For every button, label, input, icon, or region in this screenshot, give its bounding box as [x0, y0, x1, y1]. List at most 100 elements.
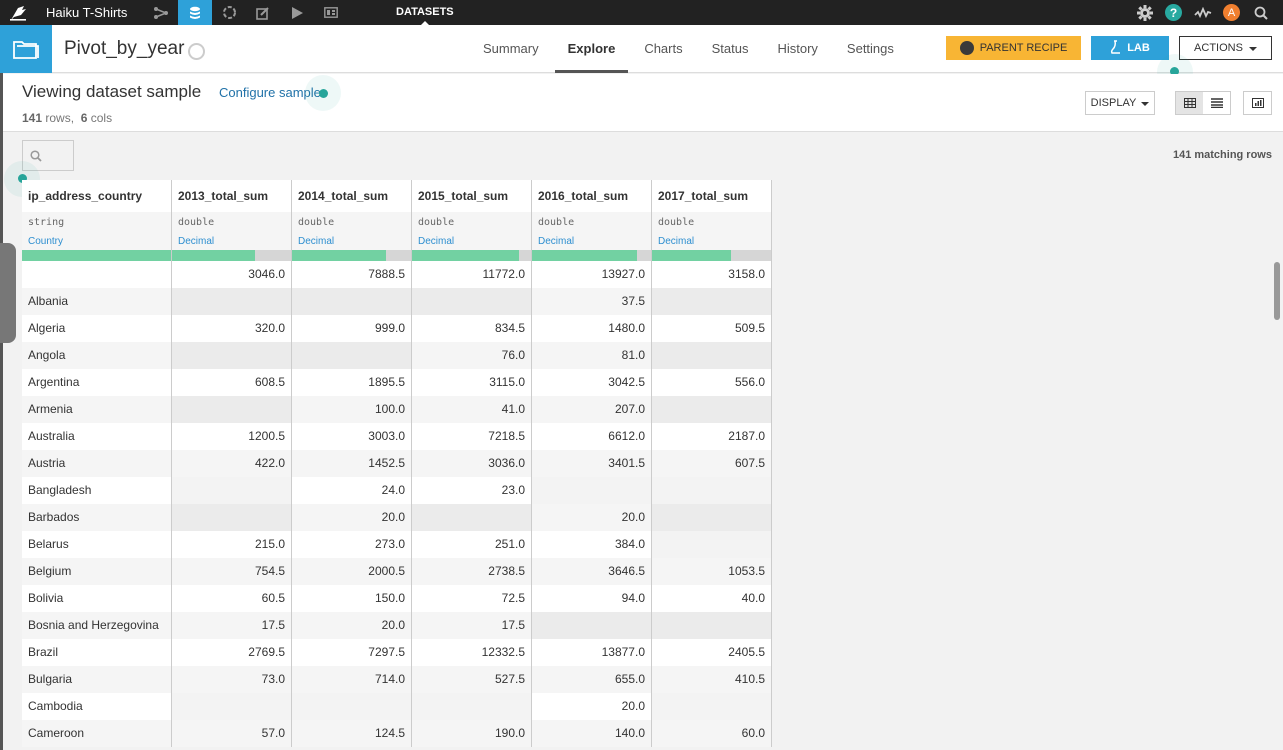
country-cell[interactable]: Algeria: [22, 315, 171, 342]
country-cell[interactable]: Angola: [22, 342, 171, 369]
value-cell[interactable]: [652, 396, 771, 423]
value-cell[interactable]: [172, 342, 291, 369]
country-cell[interactable]: Cambodia: [22, 693, 171, 720]
value-cell[interactable]: 20.0: [532, 504, 651, 531]
value-cell[interactable]: 410.5: [652, 666, 771, 693]
lab-button[interactable]: LAB: [1091, 36, 1169, 60]
value-cell[interactable]: 20.0: [532, 693, 651, 720]
value-cell[interactable]: 73.0: [172, 666, 291, 693]
parent-recipe-button[interactable]: PARENT RECIPE: [946, 36, 1081, 60]
column-storage-type[interactable]: double: [418, 217, 531, 233]
value-cell[interactable]: 6612.0: [532, 423, 651, 450]
charts-panel-icon[interactable]: [1243, 91, 1272, 115]
country-cell[interactable]: Belgium: [22, 558, 171, 585]
value-cell[interactable]: 2405.5: [652, 639, 771, 666]
side-panel-handle[interactable]: [0, 243, 16, 343]
value-cell[interactable]: 7218.5: [412, 423, 531, 450]
value-cell[interactable]: 20.0: [292, 504, 411, 531]
value-cell[interactable]: 527.5: [412, 666, 531, 693]
tab-settings[interactable]: Settings: [834, 25, 907, 73]
value-cell[interactable]: 1480.0: [532, 315, 651, 342]
table-view-icon[interactable]: [1176, 92, 1203, 114]
value-cell[interactable]: 207.0: [532, 396, 651, 423]
value-cell[interactable]: 2738.5: [412, 558, 531, 585]
value-cell[interactable]: 140.0: [532, 720, 651, 747]
country-cell[interactable]: Bolivia: [22, 585, 171, 612]
column-meaning[interactable]: Decimal: [538, 236, 651, 247]
dataiku-logo-icon[interactable]: [0, 0, 38, 25]
dashboards-icon[interactable]: [314, 0, 348, 25]
country-cell[interactable]: [22, 261, 171, 288]
value-cell[interactable]: [652, 342, 771, 369]
column-storage-type[interactable]: double: [538, 217, 651, 233]
country-cell[interactable]: Cameroon: [22, 720, 171, 747]
country-cell[interactable]: Bosnia and Herzegovina: [22, 612, 171, 639]
value-cell[interactable]: 3401.5: [532, 450, 651, 477]
value-cell[interactable]: 3046.0: [172, 261, 291, 288]
value-cell[interactable]: [172, 477, 291, 504]
datasets-icon[interactable]: [178, 0, 212, 25]
recipes-icon[interactable]: [212, 0, 246, 25]
value-cell[interactable]: 655.0: [532, 666, 651, 693]
column-header[interactable]: 2013_total_sum: [172, 180, 291, 212]
column-meaning[interactable]: Decimal: [658, 236, 771, 247]
value-cell[interactable]: 57.0: [172, 720, 291, 747]
value-cell[interactable]: 40.0: [652, 585, 771, 612]
value-cell[interactable]: 384.0: [532, 531, 651, 558]
value-cell[interactable]: [652, 693, 771, 720]
value-cell[interactable]: 7888.5: [292, 261, 411, 288]
value-cell[interactable]: [292, 342, 411, 369]
value-cell[interactable]: 3158.0: [652, 261, 771, 288]
notebooks-icon[interactable]: [246, 0, 280, 25]
value-cell[interactable]: 509.5: [652, 315, 771, 342]
section-label[interactable]: DATASETS: [396, 0, 454, 25]
value-cell[interactable]: 190.0: [412, 720, 531, 747]
value-cell[interactable]: 1053.5: [652, 558, 771, 585]
value-cell[interactable]: [292, 693, 411, 720]
value-cell[interactable]: 320.0: [172, 315, 291, 342]
value-cell[interactable]: [172, 693, 291, 720]
value-cell[interactable]: [412, 288, 531, 315]
value-cell[interactable]: 100.0: [292, 396, 411, 423]
list-view-icon[interactable]: [1203, 92, 1230, 114]
gear-icon[interactable]: [1130, 0, 1159, 25]
value-cell[interactable]: 20.0: [292, 612, 411, 639]
value-cell[interactable]: 3042.5: [532, 369, 651, 396]
value-cell[interactable]: 215.0: [172, 531, 291, 558]
value-cell[interactable]: 608.5: [172, 369, 291, 396]
country-cell[interactable]: Bulgaria: [22, 666, 171, 693]
country-cell[interactable]: Belarus: [22, 531, 171, 558]
value-cell[interactable]: 60.0: [652, 720, 771, 747]
value-cell[interactable]: [652, 477, 771, 504]
tab-history[interactable]: History: [764, 25, 830, 73]
column-storage-type[interactable]: double: [658, 217, 771, 233]
value-cell[interactable]: [412, 693, 531, 720]
value-cell[interactable]: [652, 504, 771, 531]
value-cell[interactable]: 17.5: [172, 612, 291, 639]
value-cell[interactable]: 11772.0: [412, 261, 531, 288]
value-cell[interactable]: 3003.0: [292, 423, 411, 450]
country-cell[interactable]: Bangladesh: [22, 477, 171, 504]
value-cell[interactable]: 94.0: [532, 585, 651, 612]
value-cell[interactable]: 2187.0: [652, 423, 771, 450]
tab-explore[interactable]: Explore: [554, 25, 629, 73]
value-cell[interactable]: 124.5: [292, 720, 411, 747]
value-cell[interactable]: 3646.5: [532, 558, 651, 585]
value-cell[interactable]: 3036.0: [412, 450, 531, 477]
project-name[interactable]: Haiku T-Shirts: [38, 5, 144, 20]
vertical-scrollbar[interactable]: [1274, 262, 1280, 320]
value-cell[interactable]: 3115.0: [412, 369, 531, 396]
column-quality-bar[interactable]: [22, 250, 171, 261]
tab-status[interactable]: Status: [699, 25, 762, 73]
country-cell[interactable]: Albania: [22, 288, 171, 315]
value-cell[interactable]: [172, 288, 291, 315]
country-cell[interactable]: Argentina: [22, 369, 171, 396]
compass-icon[interactable]: [188, 43, 205, 60]
value-cell[interactable]: 999.0: [292, 315, 411, 342]
avatar-icon[interactable]: A: [1217, 0, 1246, 25]
value-cell[interactable]: 1452.5: [292, 450, 411, 477]
value-cell[interactable]: 714.0: [292, 666, 411, 693]
search-icon[interactable]: [1246, 0, 1275, 25]
country-cell[interactable]: Barbados: [22, 504, 171, 531]
column-quality-bar[interactable]: [652, 250, 771, 261]
